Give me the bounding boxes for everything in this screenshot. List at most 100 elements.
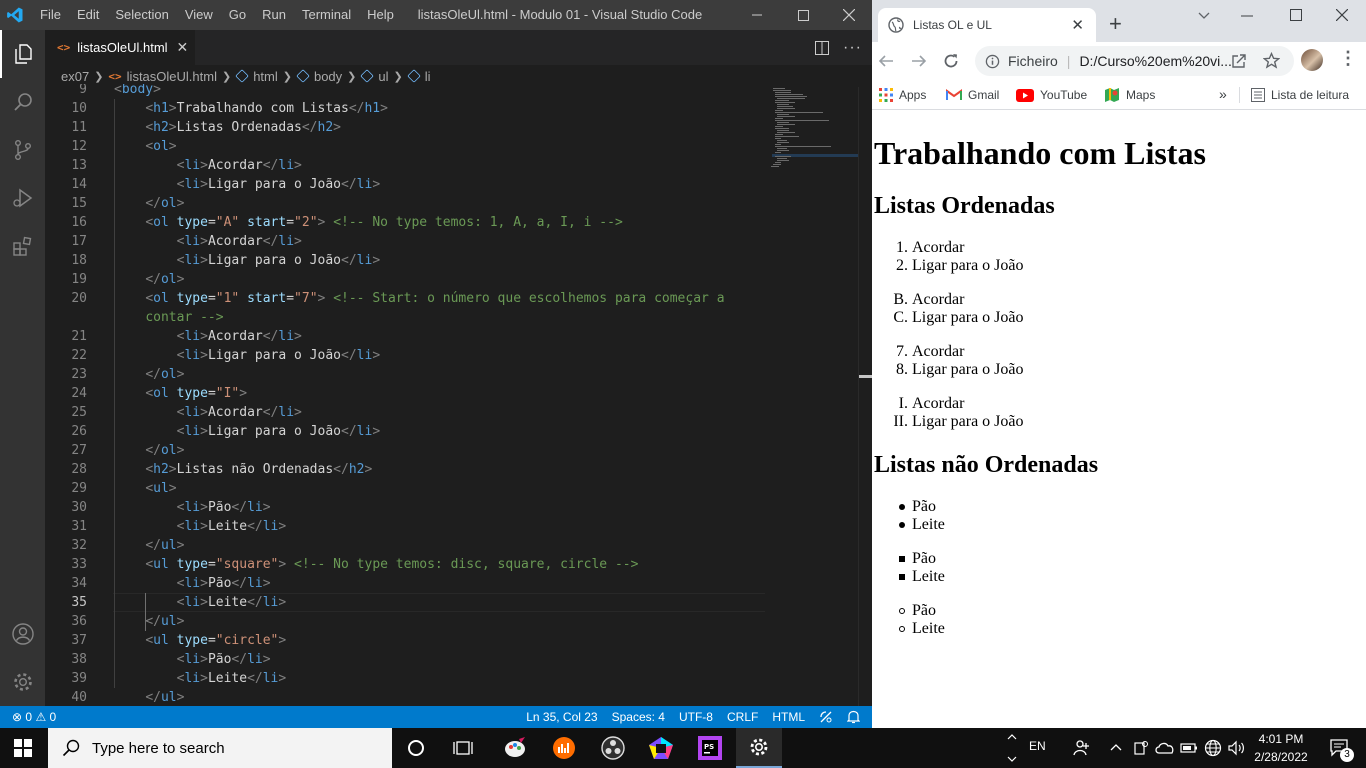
- feedback-icon[interactable]: [819, 710, 833, 724]
- volume-icon[interactable]: [1228, 740, 1246, 756]
- onedrive-cloud-icon[interactable]: [1155, 741, 1175, 755]
- code-line[interactable]: 23 </ol>: [45, 365, 765, 384]
- code-line[interactable]: 25 <li>Acordar</li>: [45, 403, 765, 422]
- breadcrumb-li[interactable]: li: [425, 69, 431, 84]
- code-line[interactable]: 38 <li>Pão</li>: [45, 650, 765, 669]
- taskbar-app-paint[interactable]: [492, 728, 538, 768]
- network-globe-icon[interactable]: [1204, 739, 1222, 757]
- bookmark-maps[interactable]: Maps: [1104, 80, 1155, 110]
- people-icon[interactable]: [1073, 739, 1091, 757]
- tab-search-chevron-icon[interactable]: [1198, 12, 1210, 20]
- maximize-button[interactable]: [780, 0, 826, 30]
- breadcrumb-html[interactable]: html: [253, 69, 278, 84]
- reading-list-button[interactable]: Lista de leitura: [1251, 80, 1349, 110]
- breadcrumb-ul[interactable]: ul: [378, 69, 388, 84]
- browser-tab[interactable]: Listas OL e UL ✕: [878, 8, 1096, 42]
- editor-tab[interactable]: <> listasOleUl.html ✕: [45, 30, 195, 65]
- taskbar-app-settings[interactable]: [736, 728, 782, 768]
- taskbar-app-pycharm-colorful[interactable]: [638, 728, 684, 768]
- code-line[interactable]: 10 <h1>Trabalhando com Listas</h1>: [45, 99, 765, 118]
- code-line[interactable]: 18 <li>Ligar para o João</li>: [45, 251, 765, 270]
- task-view-button[interactable]: [440, 728, 486, 768]
- accounts-icon[interactable]: [0, 610, 45, 658]
- close-window-button[interactable]: [1336, 9, 1348, 21]
- share-icon[interactable]: [1231, 53, 1247, 69]
- code-line[interactable]: 12 <ol>: [45, 137, 765, 156]
- new-tab-button[interactable]: +: [1109, 11, 1122, 37]
- code-line[interactable]: 13 <li>Acordar</li>: [45, 156, 765, 175]
- split-editor-icon[interactable]: [815, 40, 830, 55]
- tab-close-icon[interactable]: ✕: [177, 39, 189, 56]
- bookmark-apps[interactable]: Apps: [879, 80, 926, 110]
- encoding[interactable]: UTF-8: [679, 710, 713, 724]
- code-line[interactable]: 29 <ul>: [45, 479, 765, 498]
- tray-device-icon[interactable]: [1134, 740, 1148, 756]
- code-line[interactable]: 31 <li>Leite</li>: [45, 517, 765, 536]
- code-line[interactable]: 30 <li>Pão</li>: [45, 498, 765, 517]
- taskbar-search-box[interactable]: Type here to search: [48, 728, 392, 768]
- settings-gear-icon[interactable]: [0, 658, 45, 706]
- tab-close-icon[interactable]: ✕: [1071, 16, 1084, 34]
- profile-avatar[interactable]: [1301, 49, 1323, 71]
- code-line[interactable]: 32 </ul>: [45, 536, 765, 555]
- code-line[interactable]: 35 <li>Leite</li>: [45, 593, 765, 612]
- taskbar-app-obs[interactable]: [590, 728, 636, 768]
- breadcrumb-file[interactable]: listasOleUl.html: [127, 69, 217, 84]
- maximize-button[interactable]: [1290, 9, 1302, 21]
- code-line[interactable]: 37 <ul type="circle">: [45, 631, 765, 650]
- code-line[interactable]: 26 <li>Ligar para o João</li>: [45, 422, 765, 441]
- code-line[interactable]: 34 <li>Pão</li>: [45, 574, 765, 593]
- code-line[interactable]: 16 <ol type="A" start="2"> <!-- No type …: [45, 213, 765, 232]
- minimize-button[interactable]: [1241, 10, 1253, 22]
- code-line[interactable]: 17 <li>Acordar</li>: [45, 232, 765, 251]
- code-line[interactable]: 21 <li>Acordar</li>: [45, 327, 765, 346]
- minimize-button[interactable]: [734, 0, 780, 30]
- battery-icon[interactable]: [1180, 741, 1198, 755]
- code-line[interactable]: 28 <h2>Listas não Ordenadas</h2>: [45, 460, 765, 479]
- code-line[interactable]: 20 <ol type="1" start="7"> <!-- Start: o…: [45, 289, 765, 308]
- code-line[interactable]: 9 <body>: [45, 84, 765, 99]
- breadcrumb-folder[interactable]: ex07: [61, 69, 89, 84]
- code-line[interactable]: 22 <li>Ligar para o João</li>: [45, 346, 765, 365]
- language-mode[interactable]: HTML: [772, 710, 805, 724]
- menu-terminal[interactable]: Terminal: [294, 0, 359, 30]
- taskbar-app-orange[interactable]: [541, 728, 587, 768]
- menu-edit[interactable]: Edit: [69, 0, 107, 30]
- info-icon[interactable]: [985, 54, 1000, 69]
- taskbar-clock[interactable]: 4:01 PM 2/28/2022: [1248, 728, 1314, 768]
- problems-indicator[interactable]: ⊗ 0 ⚠ 0: [12, 706, 56, 728]
- bookmark-star-icon[interactable]: [1263, 52, 1280, 69]
- show-hidden-icons-chevron[interactable]: [1110, 743, 1122, 751]
- editor-scrollbar[interactable]: [858, 87, 872, 706]
- code-line[interactable]: 19 </ol>: [45, 270, 765, 289]
- bookmark-gmail[interactable]: Gmail: [946, 80, 999, 110]
- taskbar-app-phpstorm[interactable]: PS: [687, 728, 733, 768]
- minimap[interactable]: [770, 87, 860, 706]
- code-line[interactable]: 11 <h2>Listas Ordenadas</h2>: [45, 118, 765, 137]
- source-control-icon[interactable]: [0, 126, 45, 174]
- menu-selection[interactable]: Selection: [107, 0, 176, 30]
- menu-run[interactable]: Run: [254, 0, 294, 30]
- more-actions-icon[interactable]: ···: [843, 39, 862, 57]
- reload-icon[interactable]: [943, 53, 959, 69]
- code-editor[interactable]: 9 <body> 10 <h1>Trabalhando com Listas</h1…: [45, 84, 765, 706]
- run-debug-icon[interactable]: [0, 174, 45, 222]
- system-tray-scroll-icon[interactable]: [1007, 731, 1017, 765]
- menu-view[interactable]: View: [177, 0, 221, 30]
- close-window-button[interactable]: [826, 0, 872, 30]
- back-arrow-icon[interactable]: [878, 53, 894, 69]
- cursor-position[interactable]: Ln 35, Col 23: [526, 710, 597, 724]
- extensions-icon[interactable]: [0, 222, 45, 270]
- code-line[interactable]: 36 </ul>: [45, 612, 765, 631]
- code-line[interactable]: 40 </ul>: [45, 688, 765, 706]
- code-line[interactable]: 33 <ul type="square"> <!-- No type temos…: [45, 555, 765, 574]
- cortana-button[interactable]: [393, 728, 439, 768]
- forward-arrow-icon[interactable]: [911, 53, 927, 69]
- code-line[interactable]: contar -->: [45, 308, 765, 327]
- indentation[interactable]: Spaces: 4: [612, 710, 665, 724]
- explorer-icon[interactable]: [0, 30, 45, 78]
- start-button[interactable]: [0, 728, 46, 768]
- more-bookmarks-icon[interactable]: »: [1219, 86, 1227, 102]
- search-icon[interactable]: [0, 78, 45, 126]
- code-line[interactable]: 24 <ol type="I">: [45, 384, 765, 403]
